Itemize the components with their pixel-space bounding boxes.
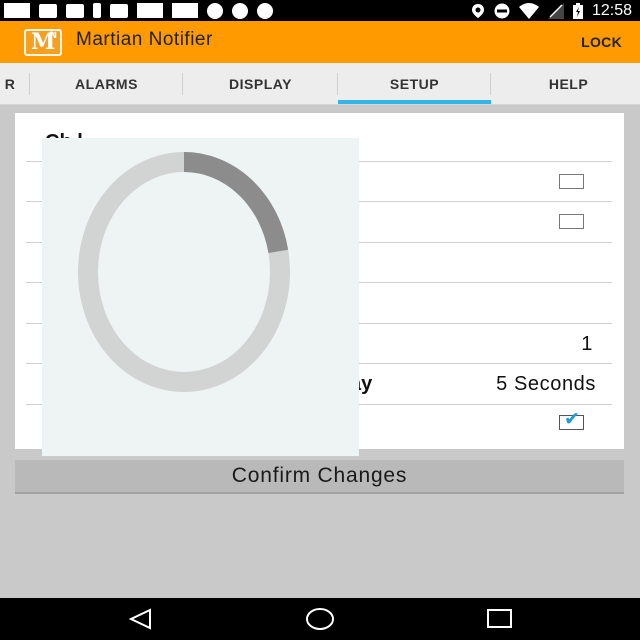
recents-button[interactable] xyxy=(465,598,535,640)
tab-alarms[interactable]: ALARMS xyxy=(30,63,183,105)
setting-checkbox-3[interactable]: ✔ xyxy=(559,410,584,430)
tab-setup[interactable]: SETUP xyxy=(338,63,491,105)
app-bar: M N Martian Notifier LOCK xyxy=(0,21,640,63)
back-button[interactable] xyxy=(105,598,175,640)
dollar-icon xyxy=(207,2,223,19)
app-title: Martian Notifier xyxy=(76,29,213,50)
setting-checkbox-1[interactable] xyxy=(559,174,584,189)
confirm-changes-button[interactable]: Confirm Changes xyxy=(15,460,624,494)
flipboard-icon xyxy=(66,3,84,18)
progress-arc xyxy=(183,152,289,254)
setting-checkbox-2[interactable] xyxy=(559,214,584,229)
signal-icon xyxy=(547,2,564,19)
status-time: 12:58 xyxy=(591,2,632,19)
navigation-bar xyxy=(0,598,640,640)
tab-help[interactable]: HELP xyxy=(491,63,640,105)
setting-value-delay[interactable]: 5 Seconds xyxy=(496,373,596,396)
location-icon xyxy=(471,3,484,18)
tab-display[interactable]: DISPLAY xyxy=(183,63,338,105)
battery-icon xyxy=(572,2,583,19)
tab-bar: R ALARMS DISPLAY SETUP HELP xyxy=(0,63,640,105)
notification-icons xyxy=(4,2,273,19)
tab-previous[interactable]: R xyxy=(0,63,30,105)
flipboard-icon xyxy=(39,3,57,18)
home-icon xyxy=(306,608,334,630)
person-icon xyxy=(93,3,101,18)
loading-overlay xyxy=(42,138,359,456)
image-icon xyxy=(137,3,163,18)
message-icon xyxy=(4,3,30,18)
back-icon xyxy=(128,608,151,630)
flipboard-icon xyxy=(110,3,128,18)
recents-icon xyxy=(487,609,512,628)
status-bar: 12:58 xyxy=(0,0,640,21)
progress-spinner xyxy=(78,152,290,392)
wifi-icon xyxy=(518,2,539,19)
setting-value-count[interactable]: 1 xyxy=(581,333,593,356)
logo-superscript: N xyxy=(49,31,57,41)
selected-tab-indicator xyxy=(338,100,491,104)
system-icons: 12:58 xyxy=(471,2,632,19)
dollar-icon xyxy=(257,2,273,19)
image-icon xyxy=(172,3,198,18)
dollar-icon xyxy=(232,2,248,19)
lock-button[interactable]: LOCK xyxy=(581,34,622,50)
home-button[interactable] xyxy=(285,598,355,640)
minus-circle-icon xyxy=(494,3,510,18)
checkmark-icon: ✔ xyxy=(564,408,580,430)
app-logo: M N xyxy=(24,29,62,56)
